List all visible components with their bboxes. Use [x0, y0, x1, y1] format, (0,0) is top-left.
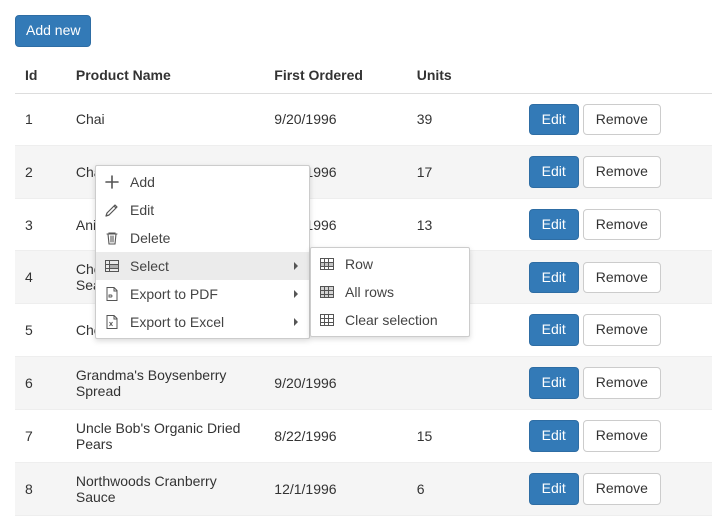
cm-add[interactable]: Add — [96, 168, 309, 196]
sm-row[interactable]: Row — [311, 250, 469, 278]
col-header-actions — [519, 57, 712, 94]
context-menu[interactable]: Add Edit Delete Select Export to PDF — [95, 165, 310, 339]
remove-button[interactable]: Remove — [583, 420, 661, 452]
cell-id: 3 — [15, 198, 66, 251]
cell-actions: EditRemove — [519, 409, 712, 462]
cell-id: 5 — [15, 304, 66, 357]
cell-id: 2 — [15, 146, 66, 199]
sm-clear[interactable]: Clear selection — [311, 306, 469, 334]
cm-edit[interactable]: Edit — [96, 196, 309, 224]
cm-label: Select — [130, 258, 169, 274]
cell-date: 9/20/1996 — [264, 93, 406, 146]
sm-label: All rows — [345, 284, 394, 300]
remove-button[interactable]: Remove — [583, 156, 661, 188]
table-row[interactable]: 6Grandma's Boysenberry Spread9/20/1996 Ed… — [15, 356, 712, 409]
cell-units: 17 — [407, 146, 519, 199]
pdf-icon — [104, 286, 120, 302]
remove-button[interactable]: Remove — [583, 209, 661, 241]
all-rows-icon — [319, 284, 335, 300]
cell-actions: EditRemove — [519, 251, 712, 304]
cell-actions: EditRemove — [519, 304, 712, 357]
col-header-units[interactable]: Units — [407, 57, 519, 94]
cm-label: Export to Excel — [130, 314, 224, 330]
chevron-right-icon — [291, 317, 301, 327]
col-header-date[interactable]: First Ordered — [264, 57, 406, 94]
remove-button[interactable]: Remove — [583, 473, 661, 505]
cm-select[interactable]: Select — [96, 252, 309, 280]
cell-name: Chai — [66, 93, 264, 146]
pencil-icon — [104, 202, 120, 218]
cell-units: 13 — [407, 198, 519, 251]
cm-label: Add — [130, 174, 155, 190]
cell-units — [407, 356, 519, 409]
edit-button[interactable]: Edit — [529, 473, 579, 505]
context-submenu-select[interactable]: Row All rows Clear selection — [310, 247, 470, 337]
cell-name: Grandma's Boysenberry Spread — [66, 356, 264, 409]
edit-button[interactable]: Edit — [529, 209, 579, 241]
remove-button[interactable]: Remove — [583, 262, 661, 294]
edit-button[interactable]: Edit — [529, 367, 579, 399]
edit-button[interactable]: Edit — [529, 156, 579, 188]
cm-label: Edit — [130, 202, 154, 218]
cm-delete[interactable]: Delete — [96, 224, 309, 252]
cell-id: 8 — [15, 462, 66, 515]
edit-button[interactable]: Edit — [529, 420, 579, 452]
edit-button[interactable]: Edit — [529, 262, 579, 294]
cell-date: 9/20/1996 — [264, 356, 406, 409]
plus-icon — [104, 174, 120, 190]
excel-icon — [104, 314, 120, 330]
table-row[interactable]: 1Chai9/20/199639EditRemove — [15, 93, 712, 146]
remove-button[interactable]: Remove — [583, 314, 661, 346]
table-row[interactable]: 7Uncle Bob's Organic Dried Pears8/22/199… — [15, 409, 712, 462]
cell-id: 4 — [15, 251, 66, 304]
remove-button[interactable]: Remove — [583, 104, 661, 136]
sm-label: Row — [345, 256, 373, 272]
cell-actions: EditRemove — [519, 462, 712, 515]
remove-button[interactable]: Remove — [583, 367, 661, 399]
edit-button[interactable]: Edit — [529, 314, 579, 346]
cell-units: 15 — [407, 409, 519, 462]
col-header-id[interactable]: Id — [15, 57, 66, 94]
cell-id: 7 — [15, 409, 66, 462]
cell-name: Uncle Bob's Organic Dried Pears — [66, 409, 264, 462]
col-header-name[interactable]: Product Name — [66, 57, 264, 94]
cm-label: Export to PDF — [130, 286, 218, 302]
cell-units: 39 — [407, 93, 519, 146]
cm-export-excel[interactable]: Export to Excel — [96, 308, 309, 336]
chevron-right-icon — [291, 289, 301, 299]
edit-button[interactable]: Edit — [529, 104, 579, 136]
cell-actions: EditRemove — [519, 356, 712, 409]
cell-actions: EditRemove — [519, 93, 712, 146]
cm-label: Delete — [130, 230, 170, 246]
table-row[interactable]: 8Northwoods Cranberry Sauce12/1/19966Edi… — [15, 462, 712, 515]
cell-name: Northwoods Cranberry Sauce — [66, 462, 264, 515]
sm-label: Clear selection — [345, 312, 438, 328]
chevron-right-icon — [291, 261, 301, 271]
trash-icon — [104, 230, 120, 246]
row-icon — [319, 256, 335, 272]
cell-date: 8/22/1996 — [264, 409, 406, 462]
cell-id: 6 — [15, 356, 66, 409]
cell-id: 1 — [15, 93, 66, 146]
cm-export-pdf[interactable]: Export to PDF — [96, 280, 309, 308]
cell-units: 6 — [407, 462, 519, 515]
select-icon — [104, 258, 120, 274]
cell-actions: EditRemove — [519, 146, 712, 199]
add-new-button[interactable]: Add new — [15, 15, 91, 47]
cell-actions: EditRemove — [519, 198, 712, 251]
clear-icon — [319, 312, 335, 328]
cell-date: 12/1/1996 — [264, 462, 406, 515]
sm-all-rows[interactable]: All rows — [311, 278, 469, 306]
